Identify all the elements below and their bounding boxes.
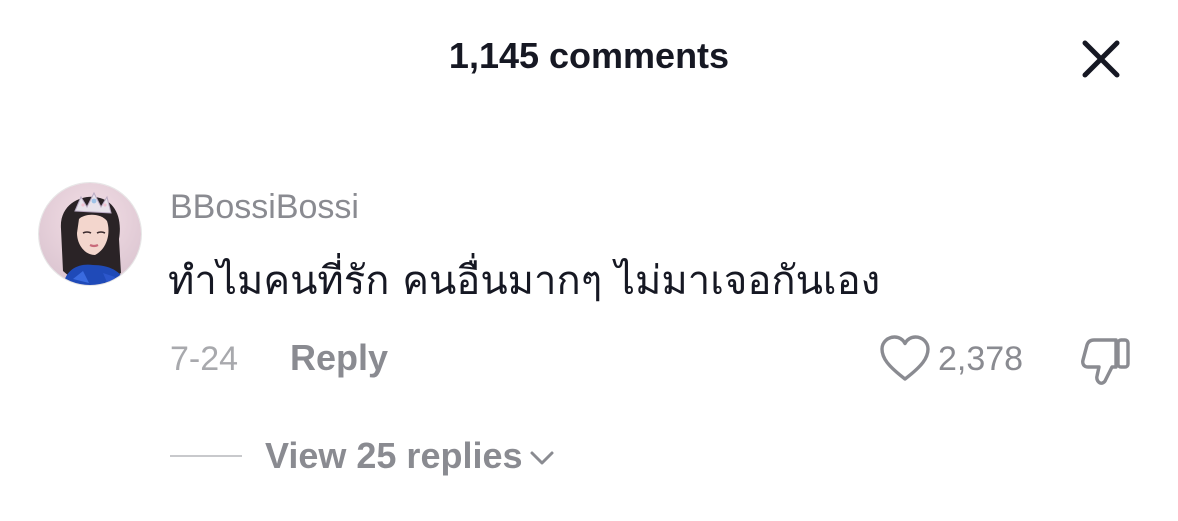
- close-button[interactable]: [1080, 38, 1122, 80]
- close-icon: [1082, 40, 1120, 78]
- view-replies-label: View 25 replies: [265, 435, 523, 476]
- comment-date: 7-24: [170, 340, 239, 378]
- like-count: 2,378: [938, 340, 1024, 378]
- avatar-image: [39, 183, 141, 285]
- comment-username[interactable]: BBossiBossi: [170, 186, 359, 228]
- chevron-down-icon: [530, 451, 554, 465]
- heart-outline-icon: [880, 335, 930, 381]
- like-button[interactable]: [878, 334, 932, 384]
- view-replies-button[interactable]: View 25 replies: [265, 434, 555, 478]
- page-title: 1,145 comments: [448, 35, 730, 76]
- avatar[interactable]: [38, 182, 142, 286]
- thumbs-down-icon: [1081, 338, 1130, 385]
- replies-divider: [170, 455, 242, 457]
- comment-text: ทำไมคนที่รัก คนอื่นมากๆ ไม่มาเจอกันเอง: [168, 258, 881, 304]
- dislike-button[interactable]: [1080, 334, 1134, 388]
- reply-button[interactable]: Reply: [290, 336, 388, 380]
